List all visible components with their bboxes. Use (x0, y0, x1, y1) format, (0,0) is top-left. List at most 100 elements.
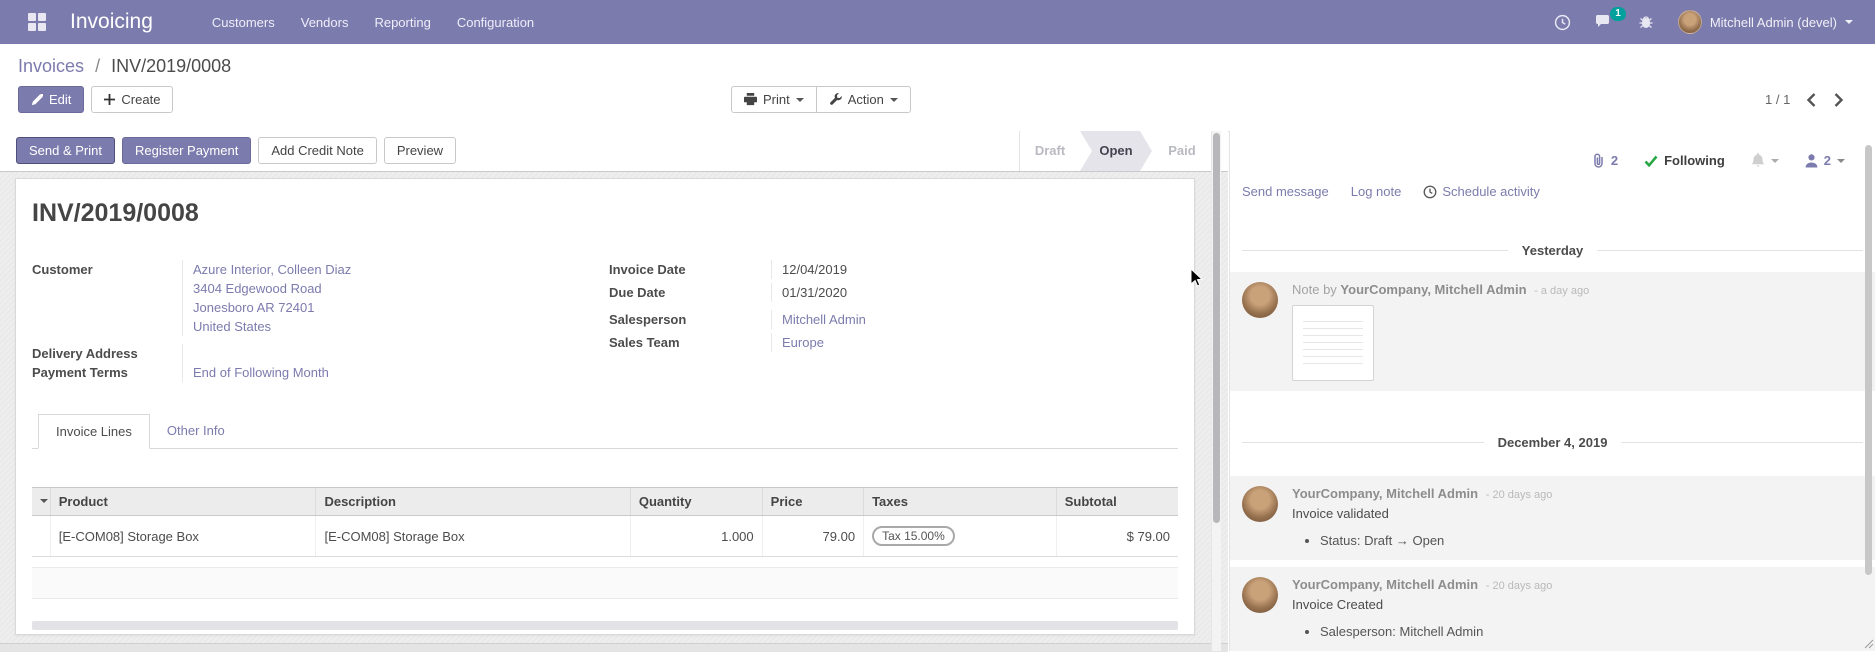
form-scrollbar-thumb[interactable] (1213, 133, 1220, 523)
print-button[interactable]: Print (731, 86, 817, 113)
clock-icon[interactable] (1554, 14, 1571, 31)
invoice-number-title: INV/2019/0008 (32, 199, 1178, 228)
chatter-note-message: Note by YourCompany, Mitchell Admin - a … (1230, 272, 1875, 391)
salesperson-value[interactable]: Mitchell Admin (782, 312, 866, 327)
customer-address-line: 3404 Edgewood Road (193, 279, 592, 298)
add-credit-note-button[interactable]: Add Credit Note (258, 137, 377, 164)
bug-icon[interactable] (1638, 14, 1654, 30)
status-paid[interactable]: Paid (1152, 131, 1212, 171)
empty-table-stripe (32, 567, 1178, 599)
delivery-address-value (182, 344, 592, 363)
tracking-change: Salesperson: Mitchell Admin (1320, 624, 1863, 639)
tab-other-info[interactable]: Other Info (150, 414, 242, 448)
pager-value: 1 / 1 (1765, 92, 1790, 107)
status-widget: Draft Open Paid (1019, 131, 1212, 171)
cell-subtotal: $ 79.00 (1056, 516, 1178, 557)
statusbar: Send & Print Register Payment Add Credit… (0, 131, 1228, 172)
invoice-sheet: INV/2019/0008 Customer Azure Interior, C… (15, 178, 1195, 635)
author-name[interactable]: YourCompany, Mitchell Admin (1292, 486, 1478, 501)
sales-team-label: Sales Team (609, 333, 771, 352)
column-header-quantity[interactable]: Quantity (630, 488, 762, 516)
sales-team-value[interactable]: Europe (782, 335, 824, 350)
author-avatar (1242, 282, 1278, 318)
sort-asc-icon (40, 499, 48, 507)
date-separator: December 4, 2019 (1242, 435, 1863, 450)
follower-count: 2 (1824, 153, 1831, 168)
top-navbar: Invoicing Customers Vendors Reporting Co… (0, 0, 1875, 44)
paperclip-icon (1592, 153, 1605, 168)
chatter-actions: Send message Log note Schedule activity (1230, 168, 1875, 199)
pager: 1 / 1 (1765, 92, 1844, 107)
app-brand[interactable]: Invoicing (70, 10, 153, 34)
edit-button[interactable]: Edit (18, 86, 84, 113)
form-view: INV/2019/0008 Customer Azure Interior, C… (0, 172, 1228, 651)
author-avatar (1242, 486, 1278, 522)
customer-address-line: United States (193, 317, 592, 336)
print-action-group: Print Action (731, 86, 911, 113)
message-body: Invoice Created (1292, 597, 1863, 612)
form-scrollbar[interactable] (1211, 131, 1221, 651)
invoice-date-value: 12/04/2019 (771, 260, 1178, 279)
date-separator: Yesterday (1242, 243, 1863, 258)
register-payment-button[interactable]: Register Payment (122, 137, 251, 164)
nav-item-customers[interactable]: Customers (199, 15, 288, 30)
status-draft[interactable]: Draft (1020, 131, 1080, 171)
chat-bubble-icon[interactable]: 1 (1595, 14, 1614, 30)
caret-down-icon (1837, 159, 1845, 167)
breadcrumb-separator: / (95, 56, 100, 76)
attachment-thumbnail[interactable] (1292, 305, 1374, 381)
sort-column-header[interactable] (32, 488, 50, 516)
cursor-icon (1190, 268, 1204, 288)
send-message-button[interactable]: Send message (1242, 184, 1329, 199)
nav-item-vendors[interactable]: Vendors (288, 15, 362, 30)
user-menu[interactable]: Mitchell Admin (devel) (1678, 10, 1853, 34)
cell-quantity: 1.000 (630, 516, 762, 557)
customer-label: Customer (32, 260, 182, 336)
table-row[interactable]: [E-COM08] Storage Box [E-COM08] Storage … (32, 516, 1178, 557)
message-header: YourCompany, Mitchell Admin - 20 days ag… (1292, 577, 1863, 592)
tab-invoice-lines[interactable]: Invoice Lines (38, 414, 150, 449)
user-avatar (1678, 10, 1702, 34)
customer-value: Azure Interior, Colleen Diaz 3404 Edgewo… (182, 260, 592, 336)
action-button[interactable]: Action (816, 86, 911, 113)
check-icon (1644, 155, 1658, 167)
breadcrumb-invoices[interactable]: Invoices (18, 56, 84, 76)
chevron-left-icon[interactable] (1806, 93, 1817, 107)
payment-terms-value[interactable]: End of Following Month (193, 365, 329, 380)
author-name[interactable]: YourCompany, Mitchell Admin (1340, 282, 1526, 297)
author-avatar (1242, 577, 1278, 613)
apps-grid-icon[interactable] (28, 13, 46, 31)
status-open[interactable]: Open (1080, 131, 1152, 171)
pencil-icon (31, 94, 43, 106)
column-header-subtotal[interactable]: Subtotal (1056, 488, 1178, 516)
chevron-right-icon[interactable] (1833, 93, 1844, 107)
caret-down-icon (796, 98, 804, 106)
plus-icon (104, 94, 115, 105)
caret-down-icon (1845, 20, 1853, 28)
bell-icon (1751, 153, 1765, 168)
attachments-button[interactable]: 2 (1592, 153, 1618, 168)
column-header-product[interactable]: Product (50, 488, 316, 516)
chatter-scrollbar-thumb[interactable] (1865, 145, 1872, 575)
due-date-value: 01/31/2020 (771, 283, 1178, 302)
printer-icon (744, 93, 757, 106)
following-button[interactable]: Following (1644, 153, 1725, 168)
schedule-activity-button[interactable]: Schedule activity (1423, 184, 1540, 199)
author-name[interactable]: YourCompany, Mitchell Admin (1292, 577, 1478, 592)
customer-link[interactable]: Azure Interior, Colleen Diaz (193, 260, 592, 279)
invoice-lines-table: Product Description Quantity Price Taxes… (32, 487, 1178, 557)
horizontal-scrollbar[interactable] (32, 621, 1178, 630)
nav-item-reporting[interactable]: Reporting (361, 15, 443, 30)
column-header-description[interactable]: Description (316, 488, 630, 516)
column-header-taxes[interactable]: Taxes (864, 488, 1057, 516)
nav-item-configuration[interactable]: Configuration (444, 15, 547, 30)
create-button[interactable]: Create (91, 86, 173, 113)
send-and-print-button[interactable]: Send & Print (16, 137, 115, 164)
log-note-button[interactable]: Log note (1351, 184, 1402, 199)
payment-terms-label: Payment Terms (32, 363, 182, 382)
preview-button[interactable]: Preview (384, 137, 456, 164)
followers-button[interactable]: 2 (1805, 153, 1845, 168)
column-header-price[interactable]: Price (762, 488, 863, 516)
notification-bell-button[interactable] (1751, 153, 1779, 168)
chatter-message: YourCompany, Mitchell Admin - 20 days ag… (1230, 476, 1875, 560)
